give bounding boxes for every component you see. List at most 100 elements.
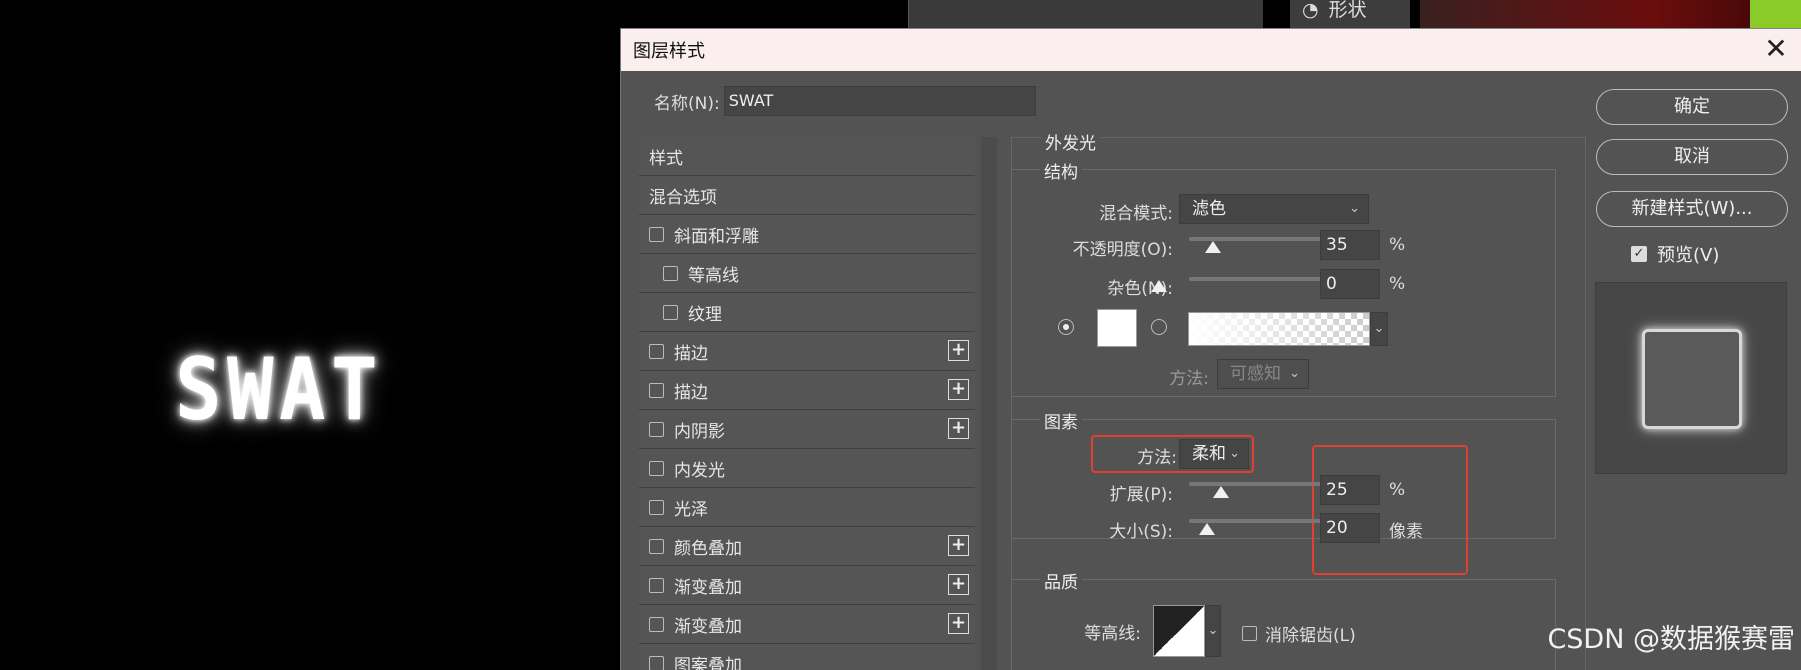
style-item-stroke-2[interactable]: 描边 + (639, 371, 975, 410)
size-label: 大小(S): (1109, 522, 1173, 542)
style-item-label: 颜色叠加 (674, 538, 742, 559)
watermark: CSDN @数据猴赛雷 (1547, 624, 1795, 655)
contour-picker[interactable] (1153, 605, 1205, 657)
chevron-down-icon[interactable]: ⌄ (1370, 312, 1388, 346)
spread-label: 扩展(P): (1109, 485, 1173, 505)
style-item-label: 斜面和浮雕 (674, 226, 759, 247)
style-item-label: 图案叠加 (674, 655, 742, 670)
style-item-blend-options[interactable]: 混合选项 (639, 176, 975, 215)
checkmark-icon[interactable]: ✓ (1631, 246, 1647, 262)
dialog-titlebar[interactable]: 图层样式 ✕ (621, 29, 1801, 71)
add-icon[interactable]: + (948, 574, 969, 595)
color-overlay-checkbox[interactable] (649, 538, 664, 554)
size-input[interactable]: 20 (1320, 513, 1380, 543)
style-item-stroke[interactable]: 描边 + (639, 332, 975, 371)
noise-unit: % (1389, 274, 1406, 294)
preview-toggle[interactable]: ✓ 预览(V) (1631, 241, 1719, 267)
style-item-label: 样式 (649, 148, 683, 169)
outer-glow-title: 外发光 (1041, 129, 1100, 154)
opacity-input[interactable]: 35 (1320, 230, 1380, 260)
glow-color-swatch[interactable] (1097, 309, 1137, 347)
anti-alias-checkbox[interactable] (1242, 626, 1257, 641)
blend-mode-label: 混合模式: (1099, 204, 1173, 224)
anti-alias-row[interactable]: 消除锯齿(L) (1242, 621, 1356, 646)
gradient-radio[interactable] (1151, 319, 1167, 335)
style-item-label: 等高线 (688, 265, 739, 286)
style-item-color-overlay[interactable]: 颜色叠加 + (639, 527, 975, 566)
values-highlight-box (1312, 445, 1468, 575)
anti-alias-label: 消除锯齿(L) (1265, 626, 1356, 646)
noise-slider-handle[interactable] (1151, 280, 1167, 292)
add-icon[interactable]: + (948, 613, 969, 634)
preview-square (1642, 329, 1742, 429)
add-icon[interactable]: + (948, 340, 969, 361)
elements-method-value: 柔和 (1192, 444, 1226, 464)
add-icon[interactable]: + (948, 379, 969, 400)
solid-color-radio[interactable] (1058, 319, 1074, 335)
shape-icon: ◔ (1302, 0, 1319, 21)
opacity-label: 不透明度(O): (1072, 240, 1173, 260)
quality-title: 品质 (1040, 568, 1082, 593)
style-item-inner-shadow[interactable]: 内阴影 + (639, 410, 975, 449)
satin-checkbox[interactable] (649, 499, 664, 515)
contour-checkbox[interactable] (663, 265, 678, 281)
elements-title: 图素 (1040, 408, 1082, 433)
style-item-label: 内发光 (674, 460, 725, 481)
styles-list: 样式 混合选项 斜面和浮雕 等高线 纹理 描边 + 描边 + 内阴影 + 内发光 光泽… (639, 137, 975, 670)
color-swatch-strip (1750, 0, 1801, 28)
style-preview-thumbnail (1595, 282, 1787, 474)
chevron-down-icon: ⌄ (1289, 366, 1300, 381)
style-item-bevel-emboss[interactable]: 斜面和浮雕 (639, 215, 975, 254)
contour-label: 等高线: (1084, 624, 1141, 644)
style-item-contour[interactable]: 等高线 (639, 254, 975, 293)
opacity-unit: % (1389, 235, 1406, 255)
size-slider-handle[interactable] (1199, 523, 1215, 535)
opacity-slider-handle[interactable] (1205, 241, 1221, 253)
shapes-panel-tab[interactable]: ◔ 形状 (1290, 0, 1410, 28)
styles-list-header[interactable]: 样式 (639, 137, 975, 176)
size-unit: 像素 (1389, 522, 1423, 542)
add-icon[interactable]: + (948, 418, 969, 439)
style-item-gradient-overlay-2[interactable]: 渐变叠加 + (639, 605, 975, 644)
texture-checkbox[interactable] (663, 304, 678, 320)
spread-slider[interactable] (1189, 482, 1335, 486)
name-row: 名称(N): SWAT (654, 86, 1036, 116)
style-item-pattern-overlay[interactable]: 图案叠加 (639, 644, 975, 670)
style-item-inner-glow[interactable]: 内发光 (639, 449, 975, 488)
pattern-overlay-checkbox[interactable] (649, 655, 664, 670)
close-icon[interactable]: ✕ (1759, 33, 1793, 67)
dialog-title: 图层样式 (633, 41, 705, 62)
blend-mode-value: 滤色 (1192, 199, 1226, 219)
style-item-label: 混合选项 (649, 187, 717, 208)
style-item-satin[interactable]: 光泽 (639, 488, 975, 527)
spread-slider-handle[interactable] (1213, 486, 1229, 498)
style-item-gradient-overlay[interactable]: 渐变叠加 + (639, 566, 975, 605)
stroke-checkbox[interactable] (649, 382, 664, 398)
gradient-overlay-checkbox[interactable] (649, 616, 664, 632)
style-item-texture[interactable]: 纹理 (639, 293, 975, 332)
inner-glow-checkbox[interactable] (649, 460, 664, 476)
ok-button[interactable]: 确定 (1596, 89, 1788, 125)
spread-unit: % (1389, 480, 1406, 500)
cancel-button[interactable]: 取消 (1596, 139, 1788, 175)
styles-scrollbar[interactable] (981, 137, 997, 670)
new-style-button[interactable]: 新建样式(W)... (1596, 191, 1788, 227)
add-icon[interactable]: + (948, 535, 969, 556)
style-item-label: 描边 (674, 343, 708, 364)
chevron-down-icon: ⌄ (1229, 446, 1240, 461)
noise-input[interactable]: 0 (1320, 269, 1380, 299)
blend-mode-select[interactable]: 滤色 ⌄ (1179, 194, 1369, 224)
bevel-checkbox[interactable] (649, 226, 664, 242)
inner-shadow-checkbox[interactable] (649, 421, 664, 437)
stroke-checkbox[interactable] (649, 343, 664, 359)
noise-slider[interactable] (1189, 277, 1335, 281)
glow-gradient-picker[interactable] (1188, 312, 1370, 346)
spread-input[interactable]: 25 (1320, 475, 1380, 505)
style-item-label: 描边 (674, 382, 708, 403)
name-field[interactable]: SWAT (723, 86, 1036, 116)
chevron-down-icon[interactable]: ⌄ (1205, 605, 1221, 657)
elements-method-select[interactable]: 柔和 ⌄ (1179, 439, 1249, 469)
shape-label: 形状 (1328, 0, 1367, 21)
structure-method-select: 可感知 ⌄ (1217, 359, 1309, 389)
gradient-overlay-checkbox[interactable] (649, 577, 664, 593)
